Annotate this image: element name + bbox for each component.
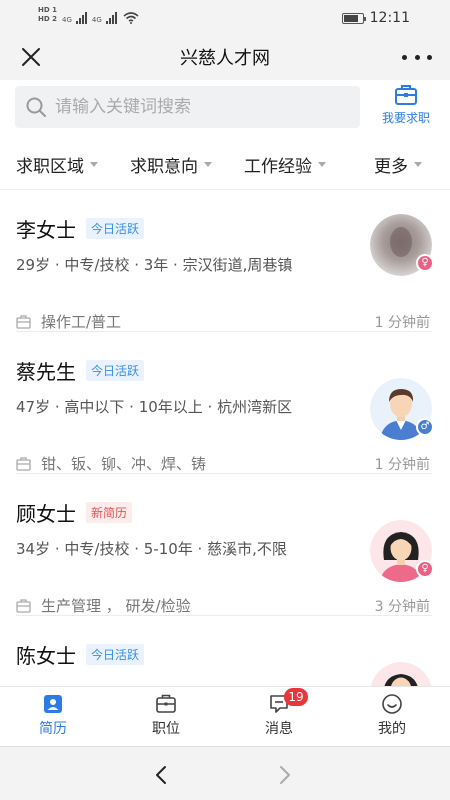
filter-region[interactable]: 求职区域: [16, 152, 98, 177]
briefcase-icon: [16, 456, 31, 471]
candidate-name: 顾女士: [16, 502, 76, 526]
search-box[interactable]: [15, 86, 360, 128]
more-dot-icon: [402, 54, 407, 60]
back-arrow-icon[interactable]: [150, 763, 174, 787]
nav-messages[interactable]: 消息 19: [234, 688, 324, 738]
female-icon: ♀: [416, 254, 434, 272]
filter-more[interactable]: 更多: [374, 152, 422, 177]
candidate-name: 李女士: [16, 218, 76, 242]
signal-bars-icon: [75, 12, 87, 24]
filter-label: 求职区域: [16, 157, 84, 177]
filter-bar: 求职区域 求职意向 工作经验 更多: [0, 136, 450, 190]
briefcase-icon: [16, 598, 31, 613]
filter-intention[interactable]: 求职意向: [130, 152, 212, 177]
nav-label: 职位: [152, 721, 180, 737]
desired-job-text: 钳、钣、铆、冲、焊、铸: [41, 455, 207, 473]
candidate-name: 陈女士: [16, 644, 76, 668]
network-label-2: 4G: [91, 16, 102, 24]
desired-job-text: 生产管理 ， 研发/检验: [41, 597, 191, 615]
title-bar: 兴慈人才网: [0, 34, 450, 80]
clock: 12:11: [369, 10, 410, 26]
more-options-button[interactable]: [402, 44, 432, 70]
avatar: [370, 662, 432, 686]
nav-profile[interactable]: 我的: [347, 693, 437, 738]
desired-job: 生产管理 ， 研发/检验: [16, 595, 191, 616]
signal-indicators: HD 1 HD 2 4G 4G: [38, 6, 139, 24]
status-badge: 今日活跃: [86, 218, 145, 239]
status-bar: HD 1 HD 2 4G 4G 12:11: [0, 0, 450, 34]
nav-label: 消息: [265, 721, 293, 737]
filter-label: 更多: [374, 157, 408, 177]
avatar: ♀: [370, 214, 434, 276]
briefcase-icon: [395, 85, 417, 105]
status-badge: 新简历: [86, 502, 133, 523]
candidate-info: 29岁 · 中专/技校 · 3年 · 宗汉街道,周巷镇: [16, 256, 293, 274]
status-badge: 今日活跃: [86, 360, 145, 381]
bottom-nav: 简历 职位 消息 19 我的: [0, 686, 450, 746]
search-row: 我要求职: [0, 80, 450, 136]
job-seek-button[interactable]: 我要求职: [376, 84, 436, 132]
avatar: ♂: [370, 378, 434, 440]
caret-down-icon: [204, 162, 212, 167]
desired-job: 钳、钣、铆、冲、焊、铸: [16, 453, 206, 474]
more-dot-icon: [427, 54, 432, 60]
female-icon: ♀: [416, 560, 434, 578]
update-time: 3 分钟前: [374, 599, 430, 615]
signal-bars-icon-2: [105, 12, 117, 24]
status-badge: 今日活跃: [86, 644, 145, 665]
desired-job-text: 操作工/普工: [41, 313, 122, 331]
update-time: 1 分钟前: [374, 315, 430, 331]
caret-down-icon: [90, 162, 98, 167]
wifi-icon: [123, 12, 139, 24]
desired-job: 操作工/普工: [16, 311, 121, 332]
browser-toolbar: [0, 746, 450, 800]
filter-label: 工作经验: [244, 157, 312, 177]
female-avatar-icon: [370, 662, 432, 686]
smiley-icon: [382, 694, 402, 714]
avatar: ♀: [370, 520, 434, 582]
nav-jobs[interactable]: 职位: [121, 693, 211, 738]
candidate-info: 47岁 · 高中以下 · 10年以上 · 杭州湾新区: [16, 398, 293, 416]
caret-down-icon: [414, 162, 422, 167]
resume-icon: [44, 695, 62, 713]
nav-label: 简历: [39, 721, 67, 737]
candidate-card[interactable]: 蔡先生 今日活跃 47岁 · 高中以下 · 10年以上 · 杭州湾新区 钳、钣、…: [0, 332, 450, 474]
search-icon: [26, 97, 46, 117]
status-right: 12:11: [341, 10, 410, 26]
nav-label: 我的: [378, 721, 406, 737]
briefcase-icon: [16, 314, 31, 329]
page-title: 兴慈人才网: [180, 48, 270, 69]
filter-experience[interactable]: 工作经验: [244, 152, 326, 177]
briefcase-icon: [156, 694, 176, 713]
hd-label-1: HD 1: [38, 6, 57, 14]
more-dot-icon: [414, 54, 420, 60]
candidate-card[interactable]: 李女士 今日活跃 29岁 · 中专/技校 · 3年 · 宗汉街道,周巷镇 操作工…: [0, 190, 450, 332]
nav-resume[interactable]: 简历: [8, 693, 98, 738]
male-icon: ♂: [416, 418, 434, 436]
update-time: 1 分钟前: [374, 457, 430, 473]
candidate-name: 蔡先生: [16, 360, 76, 384]
candidate-card[interactable]: 陈女士 今日活跃: [0, 616, 450, 686]
unread-badge: 19: [284, 688, 308, 706]
battery-icon: [341, 12, 366, 24]
candidate-card[interactable]: 顾女士 新简历 34岁 · 中专/技校 · 5-10年 · 慈溪市,不限 生产管…: [0, 474, 450, 616]
caret-down-icon: [318, 162, 326, 167]
network-label-1: 4G: [61, 16, 72, 24]
job-seek-label: 我要求职: [381, 111, 430, 125]
candidate-info: 34岁 · 中专/技校 · 5-10年 · 慈溪市,不限: [16, 540, 287, 558]
search-input[interactable]: [55, 97, 345, 117]
filter-label: 求职意向: [130, 157, 198, 177]
hd-label-2: HD 2: [38, 15, 57, 23]
forward-arrow-icon[interactable]: [272, 763, 296, 787]
